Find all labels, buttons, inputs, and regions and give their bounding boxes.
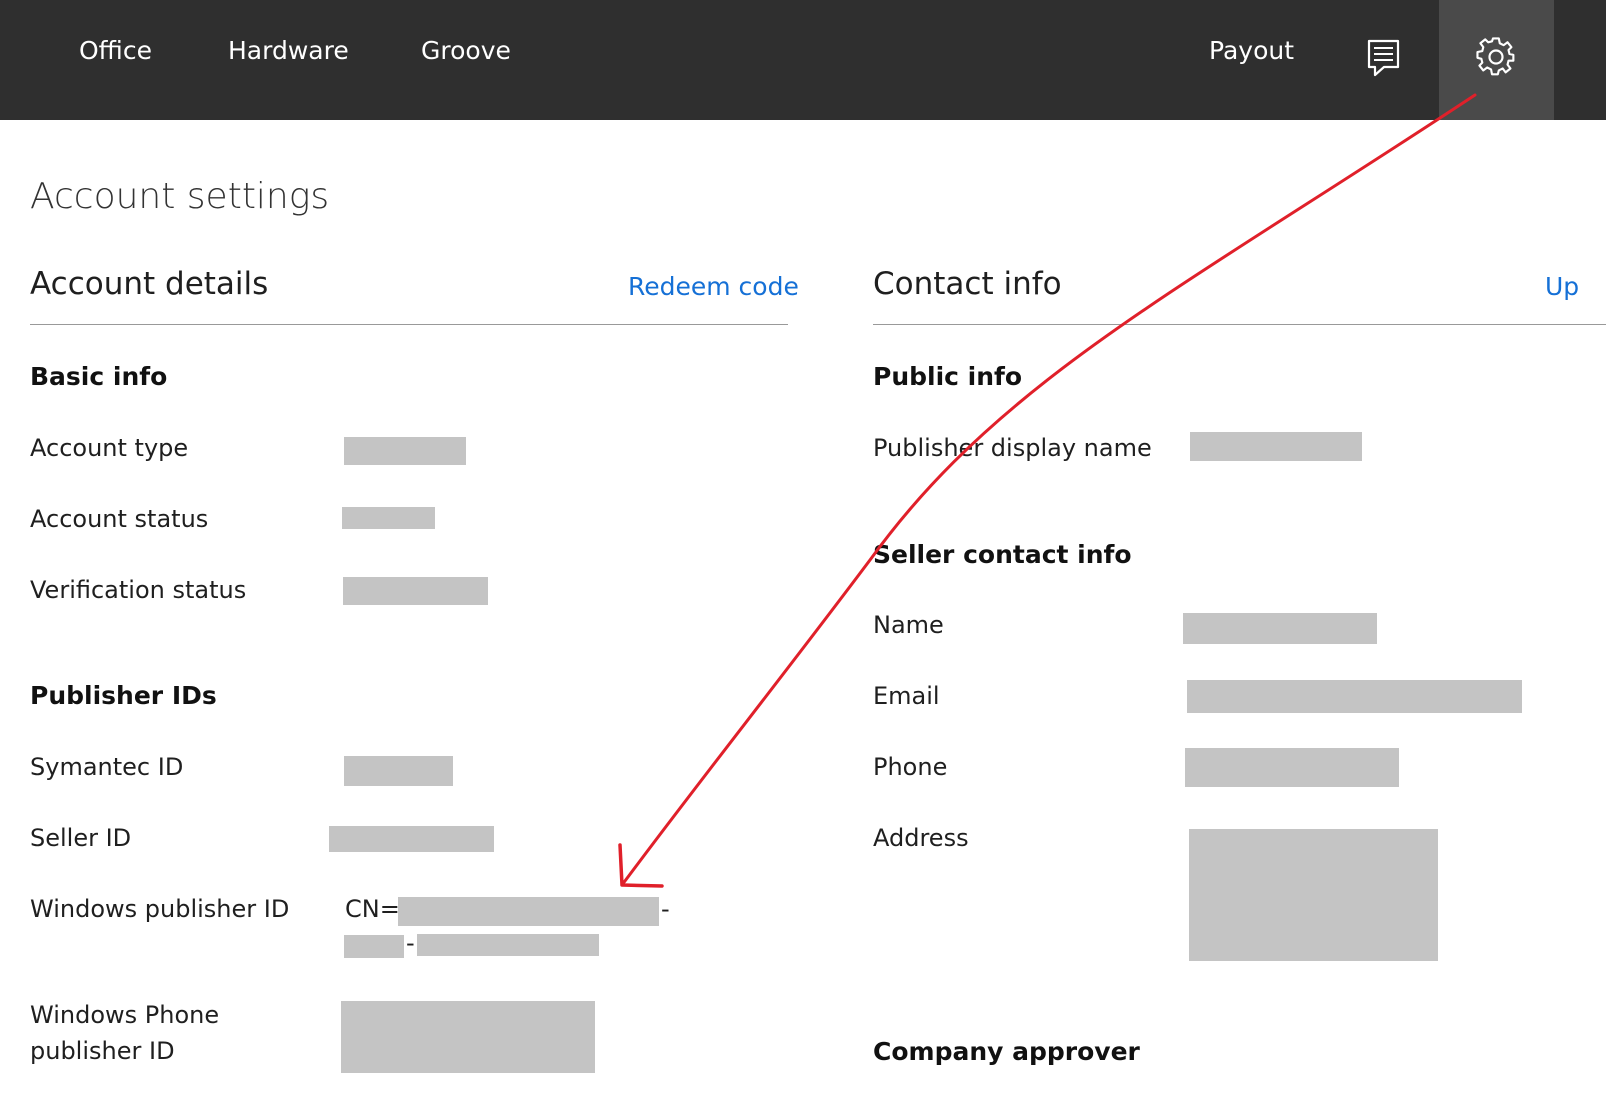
nav-hardware-label: Hardware — [228, 36, 349, 65]
contact-info-title: Contact info — [873, 266, 1062, 302]
settings-button[interactable] — [1439, 0, 1554, 120]
windows-phone-publisher-id-label-line2: publisher ID — [30, 1037, 175, 1065]
symantec-id-value-redacted — [344, 756, 453, 786]
public-info-heading: Public info — [873, 362, 1023, 391]
account-details-title: Account details — [30, 266, 269, 302]
seller-contact-info-heading: Seller contact info — [873, 540, 1132, 569]
verification-status-value-redacted — [343, 577, 488, 605]
update-contact-link[interactable]: Up — [1545, 272, 1606, 301]
contact-address-value-redacted — [1189, 829, 1438, 961]
windows-publisher-id-part2-redacted — [344, 935, 404, 958]
windows-publisher-id-part3-redacted — [417, 934, 599, 956]
publisher-display-name-value-redacted — [1190, 432, 1362, 461]
nav-office[interactable]: Office — [79, 36, 152, 65]
nav-groove[interactable]: Groove — [421, 36, 511, 65]
redeem-code-link[interactable]: Redeem code — [628, 272, 799, 301]
nav-groove-label: Groove — [421, 36, 511, 65]
account-type-value-redacted — [344, 437, 466, 465]
contact-address-label: Address — [873, 824, 969, 852]
company-approver-heading: Company approver — [873, 1037, 1140, 1066]
windows-publisher-id-label: Windows publisher ID — [30, 895, 290, 923]
page-title: Account settings — [30, 176, 330, 217]
contact-phone-value-redacted — [1185, 748, 1399, 787]
publisher-display-name-label: Publisher display name — [873, 434, 1152, 462]
contact-name-label: Name — [873, 611, 944, 639]
message-button[interactable] — [1360, 36, 1406, 82]
seller-id-label: Seller ID — [30, 824, 132, 852]
top-nav-bar: Office Hardware Groove Payout — [0, 0, 1606, 120]
windows-phone-publisher-id-label-line1: Windows Phone — [30, 1001, 220, 1029]
nav-payout[interactable]: Payout — [1209, 36, 1294, 65]
account-status-value-redacted — [342, 507, 435, 529]
basic-info-heading: Basic info — [30, 362, 168, 391]
nav-office-label: Office — [79, 36, 152, 65]
verification-status-label: Verification status — [30, 576, 247, 604]
account-type-label: Account type — [30, 434, 189, 462]
windows-publisher-id-prefix: CN= — [345, 895, 400, 923]
contact-email-label: Email — [873, 682, 940, 710]
contact-email-value-redacted — [1187, 680, 1522, 713]
windows-publisher-id-dash-2: - — [406, 929, 415, 957]
contact-name-value-redacted — [1183, 613, 1377, 644]
account-status-label: Account status — [30, 505, 209, 533]
account-details-divider — [30, 324, 788, 325]
message-icon — [1367, 39, 1400, 77]
nav-payout-label: Payout — [1209, 36, 1295, 65]
windows-phone-publisher-id-value-redacted — [341, 1001, 595, 1073]
windows-publisher-id-part1-redacted — [398, 897, 659, 926]
gear-icon — [1476, 37, 1515, 76]
seller-id-value-redacted — [329, 826, 494, 852]
symantec-id-label: Symantec ID — [30, 753, 184, 781]
publisher-ids-heading: Publisher IDs — [30, 681, 217, 710]
contact-info-divider — [873, 324, 1606, 325]
nav-hardware[interactable]: Hardware — [228, 36, 349, 65]
windows-publisher-id-dash-1: - — [661, 895, 670, 923]
contact-phone-label: Phone — [873, 753, 948, 781]
